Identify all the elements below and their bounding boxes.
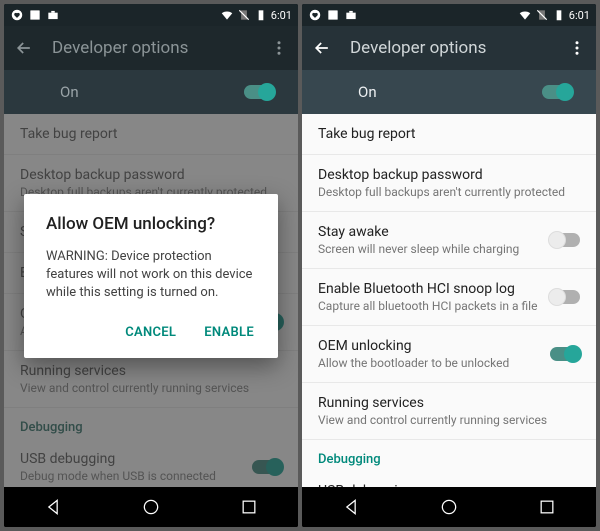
image-icon [326,8,340,22]
image-icon [28,8,42,22]
nav-back-icon[interactable] [341,497,361,517]
status-bar: 6:01 [4,4,298,26]
stay-awake-switch[interactable] [550,233,580,247]
back-icon[interactable] [312,38,332,58]
item-hci-log[interactable]: Enable Bluetooth HCI snoop log Capture a… [302,269,596,326]
cancel-button[interactable]: CANCEL [123,319,178,346]
item-running-services[interactable]: Running services View and control curren… [302,383,596,440]
phone-left: 6:01 Developer options On Take bug repor… [4,4,298,527]
nav-bar [302,487,596,527]
master-switch-label: On [358,83,377,101]
item-oem-unlocking[interactable]: OEM unlocking Allow the bootloader to be… [302,326,596,383]
nav-home-icon[interactable] [141,497,161,517]
heart-icon [308,8,322,22]
battery-icon [552,8,566,22]
nav-recent-icon[interactable] [239,497,259,517]
wifi-icon [518,8,532,22]
master-switch-row[interactable]: On [302,70,596,114]
item-backup-password[interactable]: Desktop backup password Desktop full bac… [302,155,596,212]
no-sim-icon [535,8,549,22]
back-icon[interactable] [14,38,34,58]
more-icon[interactable] [568,39,586,57]
status-bar: 6:01 [302,4,596,26]
master-switch[interactable] [542,85,572,99]
dialog-body: WARNING: Device protection features will… [46,248,256,303]
item-usb-debugging[interactable]: USB debugging Debug mode when USB is con… [302,471,596,487]
nav-home-icon[interactable] [439,497,459,517]
heart-icon [10,8,24,22]
briefcase-icon [344,8,358,22]
oem-switch[interactable] [550,347,580,361]
nav-bar [4,487,298,527]
more-icon[interactable] [270,39,288,57]
phone-right: 6:01 Developer options On Take bug repor… [302,4,596,527]
master-switch-label: On [60,83,79,101]
item-stay-awake[interactable]: Stay awake Screen will never sleep while… [302,212,596,269]
master-switch[interactable] [244,85,274,99]
page-title: Developer options [52,38,188,58]
nav-back-icon[interactable] [43,497,63,517]
app-bar: Developer options [302,26,596,70]
hci-switch[interactable] [550,290,580,304]
page-title: Developer options [350,38,486,58]
master-switch-row[interactable]: On [4,70,298,114]
settings-list: Take bug report Desktop backup password … [302,114,596,487]
wifi-icon [220,8,234,22]
enable-button[interactable]: ENABLE [202,319,256,346]
section-debugging: Debugging [302,440,596,471]
app-bar: Developer options [4,26,298,70]
item-bug-report[interactable]: Take bug report [302,114,596,155]
dialog-title: Allow OEM unlocking? [46,214,256,234]
oem-dialog: Allow OEM unlocking? WARNING: Device pro… [24,194,278,358]
briefcase-icon [46,8,60,22]
nav-recent-icon[interactable] [537,497,557,517]
no-sim-icon [237,8,251,22]
battery-icon [254,8,268,22]
clock: 6:01 [271,9,292,22]
clock: 6:01 [569,9,590,22]
